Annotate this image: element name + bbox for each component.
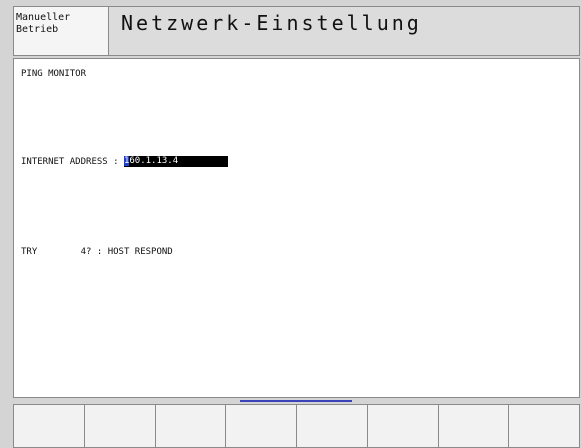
header-bar: Manueller Betrieb Netzwerk-Einstellung [13, 6, 580, 56]
app-window: Manueller Betrieb Netzwerk-Einstellung P… [0, 0, 582, 448]
panel-heading: PING MONITOR [21, 69, 87, 79]
softkey-5[interactable] [296, 404, 367, 448]
softkey-8[interactable] [508, 404, 580, 448]
try-status-line: TRY 4? : HOST RESPOND [21, 247, 173, 257]
internet-address-value: 60.1.13.4 [129, 156, 179, 166]
mode-label-line2: Betrieb [16, 24, 59, 35]
softkey-6[interactable] [366, 404, 438, 448]
softkey-4[interactable] [225, 404, 296, 448]
softkey-2[interactable] [83, 404, 155, 448]
softkey-3[interactable] [154, 404, 226, 448]
operating-mode-box: Manueller Betrieb [14, 7, 109, 55]
page-title: Netzwerk-Einstellung [121, 11, 422, 35]
scroll-indicator [240, 400, 352, 402]
softkey-1[interactable] [13, 404, 84, 448]
internet-address-input[interactable]: 160.1.13.4 [123, 156, 228, 167]
mode-label-line1: Manueller [16, 12, 71, 23]
ping-monitor-panel: PING MONITOR INTERNET ADDRESS : 160.1.13… [13, 58, 580, 398]
internet-address-label: INTERNET ADDRESS : [21, 157, 124, 167]
internet-address-row: INTERNET ADDRESS : 160.1.13.4 [21, 156, 228, 167]
softkey-7[interactable] [437, 404, 509, 448]
softkey-bar [13, 404, 580, 448]
